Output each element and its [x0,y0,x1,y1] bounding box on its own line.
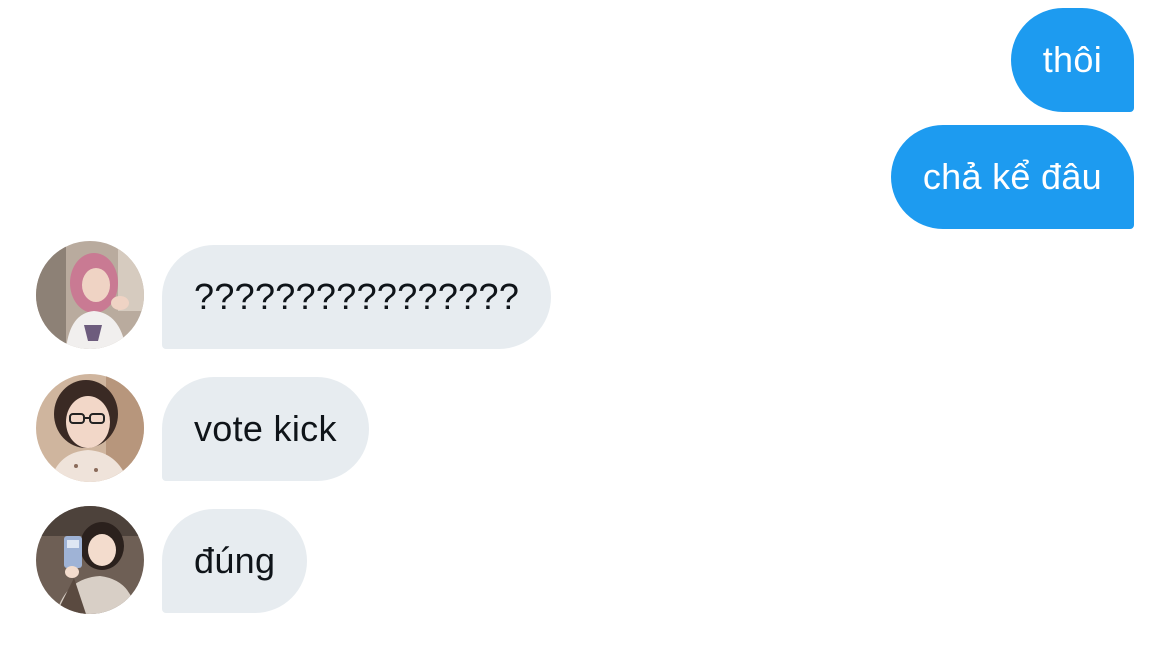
incoming-message-bubble[interactable]: vote kick [162,377,369,481]
incoming-message-bubble[interactable]: ???????????????? [162,245,552,349]
outgoing-message-bubble[interactable]: thôi [1010,8,1134,112]
avatar-pink-hair-icon[interactable] [36,241,144,349]
message-text: đúng [194,540,276,581]
incoming-message-bubble[interactable]: đúng [162,509,308,613]
avatar-mirror-selfie-icon[interactable] [36,506,144,614]
outgoing-message-bubble[interactable]: chả kể đâu [890,125,1134,229]
message-text: vote kick [194,408,337,449]
message-text: chả kể đâu [922,156,1102,197]
message-text: ???????????????? [194,276,520,317]
avatar-glasses-icon[interactable] [36,374,144,482]
message-text: thôi [1042,39,1102,80]
